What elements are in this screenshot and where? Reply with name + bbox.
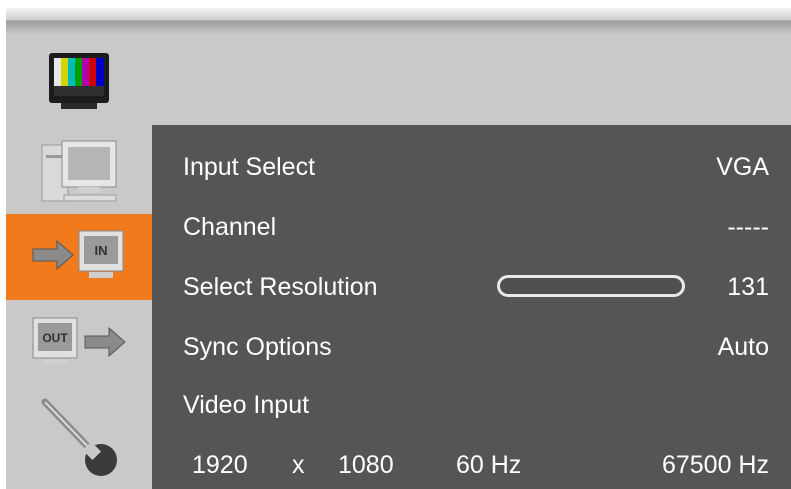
- select-resolution-label: Select Resolution: [183, 273, 378, 301]
- input-in-icon: IN: [27, 225, 131, 290]
- osd-sidebar: IN OUT: [6, 34, 152, 489]
- menu-row-select-resolution[interactable]: Select Resolution 131: [152, 265, 791, 305]
- channel-value: -----: [727, 213, 769, 241]
- osd-screen: IN OUT Input Select VGA Channel ----- Se…: [0, 0, 791, 489]
- input-select-label: Input Select: [183, 153, 316, 181]
- osd-menu-panel: Input Select VGA Channel ----- Select Re…: [152, 125, 791, 489]
- menu-row-sync-options[interactable]: Sync Options Auto: [152, 325, 791, 365]
- menu-row-video-input[interactable]: Video Input: [152, 383, 791, 423]
- sidebar-item-picture[interactable]: [6, 42, 152, 126]
- svg-text:IN: IN: [95, 243, 108, 258]
- computer-monitor-icon: [34, 137, 124, 212]
- sidebar-item-input[interactable]: IN: [6, 214, 152, 300]
- resolution-width: 1920: [192, 451, 248, 479]
- output-out-icon: OUT: [27, 312, 131, 377]
- sync-options-value: Auto: [717, 333, 769, 361]
- sidebar-item-settings[interactable]: [6, 394, 152, 484]
- resolution-status-row: 1920 x 1080 60 Hz 67500 Hz: [152, 443, 791, 483]
- video-input-label: Video Input: [183, 391, 310, 419]
- resolution-height: 1080: [338, 451, 394, 479]
- wrench-icon: [31, 394, 127, 485]
- select-resolution-value: 131: [727, 273, 769, 301]
- top-bezel: [6, 8, 791, 34]
- menu-row-input-select[interactable]: Input Select VGA: [152, 145, 791, 185]
- resolution-times: x: [292, 451, 305, 479]
- color-bars-tv-icon: [41, 49, 117, 120]
- sidebar-item-output[interactable]: OUT: [6, 302, 152, 386]
- horizontal-frequency: 67500 Hz: [661, 451, 769, 479]
- input-select-value: VGA: [716, 153, 769, 181]
- svg-text:OUT: OUT: [42, 331, 68, 345]
- menu-row-channel[interactable]: Channel -----: [152, 205, 791, 245]
- sidebar-item-computer[interactable]: [6, 132, 152, 216]
- sync-options-label: Sync Options: [183, 333, 332, 361]
- channel-label: Channel: [183, 213, 277, 241]
- vertical-frequency: 60 Hz: [456, 451, 522, 479]
- resolution-slider[interactable]: [497, 275, 685, 297]
